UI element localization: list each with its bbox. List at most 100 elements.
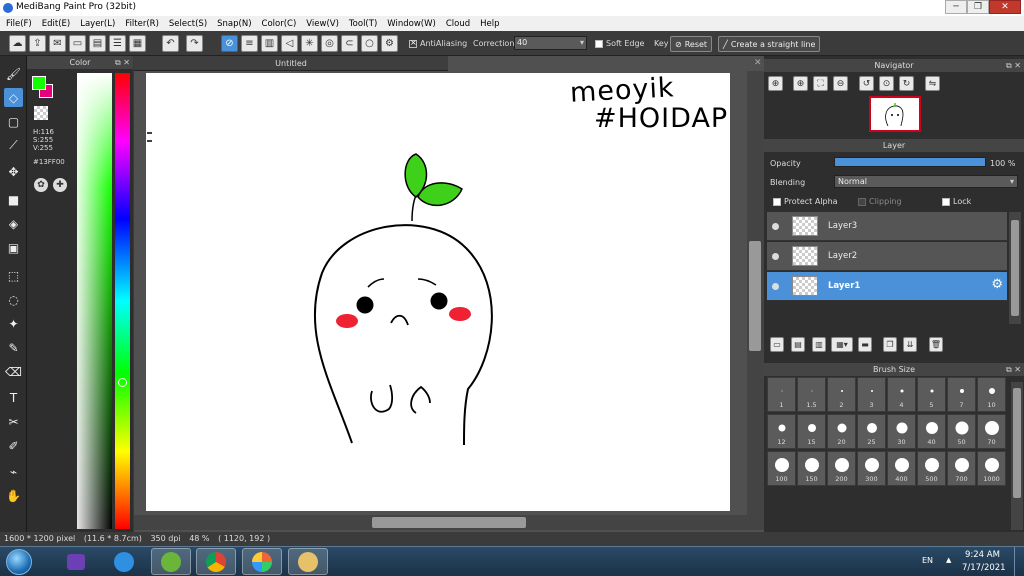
parallel-snap-icon[interactable]: ≡	[241, 35, 258, 52]
brush-tool-icon[interactable]: 🖌	[4, 64, 23, 83]
text-tool-icon[interactable]: T	[4, 388, 23, 407]
brush-size-scroll-thumb[interactable]	[1013, 388, 1021, 498]
zoom-out-icon[interactable]: ⊖	[833, 76, 848, 91]
curve-snap-icon[interactable]: ⊂	[341, 35, 358, 52]
menu-edit[interactable]: Edit(E)	[42, 19, 70, 29]
undo-icon[interactable]: ↶	[162, 35, 179, 52]
menu-tool[interactable]: Tool(T)	[349, 19, 377, 29]
rotate-reset-icon[interactable]: ⊙	[879, 76, 894, 91]
foreground-color-swatch[interactable]	[32, 76, 46, 90]
merge-layer-icon[interactable]: ⇊	[903, 337, 917, 352]
brush-size-option[interactable]: 5	[917, 377, 946, 412]
eraser-tool-icon[interactable]: ◇	[4, 88, 23, 107]
perspective-snap-icon[interactable]: ◁	[281, 35, 298, 52]
brush-size-option[interactable]: 50	[947, 414, 976, 449]
operation-tool-icon[interactable]: ✐	[4, 436, 23, 455]
lock-checkbox[interactable]	[942, 197, 950, 206]
redo-icon[interactable]: ↷	[186, 35, 203, 52]
soft-edge-toggle[interactable]: Soft Edge	[595, 39, 644, 48]
horizontal-scroll-thumb[interactable]	[372, 517, 526, 528]
blur-tool-icon[interactable]: ⟋	[4, 136, 23, 155]
vertical-scroll-thumb[interactable]	[749, 241, 761, 351]
menu-help[interactable]: Help	[480, 19, 499, 29]
palette-add-icon[interactable]: ✚	[53, 178, 67, 192]
brush-size-option[interactable]: 20	[827, 414, 856, 449]
protect-alpha-checkbox[interactable]	[773, 197, 781, 206]
radial-snap-icon[interactable]: ✳	[301, 35, 318, 52]
share-icon[interactable]: ⇪	[29, 35, 46, 52]
grid-icon[interactable]: ▦	[129, 35, 146, 52]
close-document-icon[interactable]: ✕	[754, 58, 762, 68]
layer-row-layer3[interactable]: Layer3	[767, 212, 1007, 241]
menu-layer[interactable]: Layer(L)	[80, 19, 115, 29]
brush-size-option[interactable]: 1000	[977, 451, 1006, 486]
tray-expand-icon[interactable]: ▲	[946, 556, 951, 564]
straight-line-button[interactable]: ╱ Create a straight line	[718, 36, 821, 52]
menu-filter[interactable]: Filter(R)	[125, 19, 159, 29]
ellipse-snap-icon[interactable]: ○	[361, 35, 378, 52]
duplicate-layer-icon[interactable]: ❐	[883, 337, 897, 352]
hue-slider[interactable]	[115, 73, 130, 529]
saturation-value-picker[interactable]	[77, 73, 112, 529]
menu-select[interactable]: Select(S)	[169, 19, 207, 29]
new-halftone-layer-icon[interactable]: ▥	[812, 337, 826, 352]
minimize-button[interactable]: ─	[945, 0, 967, 14]
rotate-left-icon[interactable]: ↺	[859, 76, 874, 91]
zoom-in-alt-icon[interactable]: ⊕	[793, 76, 808, 91]
brush-size-option[interactable]: 700	[947, 451, 976, 486]
chrome-taskbar-icon[interactable]	[196, 548, 236, 575]
visibility-icon[interactable]	[772, 253, 779, 260]
select-eraser-tool-icon[interactable]: ⌫	[4, 362, 23, 381]
layer-add-menu-icon[interactable]: ▦▾	[831, 337, 853, 352]
hand-tool-icon[interactable]: ✋	[4, 486, 23, 505]
brush-size-option[interactable]: 1	[767, 377, 796, 412]
internet-explorer-taskbar-icon[interactable]	[104, 548, 144, 575]
paint-taskbar-icon[interactable]	[288, 548, 328, 575]
reset-button[interactable]: ⊘ Reset	[670, 36, 713, 52]
snap-settings-icon[interactable]: ⚙	[381, 35, 398, 52]
bucket-tool-icon[interactable]: ◈	[4, 214, 23, 233]
menu-snap[interactable]: Snap(N)	[217, 19, 251, 29]
brush-size-option[interactable]: 7	[947, 377, 976, 412]
divide-tool-icon[interactable]: ✂	[4, 412, 23, 431]
shape-tool-icon[interactable]: ■	[4, 190, 23, 209]
new-layer-icon[interactable]: ▭	[770, 337, 784, 352]
menu-view[interactable]: View(V)	[306, 19, 339, 29]
blending-select[interactable]: Normal	[834, 175, 1018, 188]
comment-icon[interactable]: ✉	[49, 35, 66, 52]
layer-settings-gear-icon[interactable]: ⚙	[991, 277, 1003, 292]
circle-snap-icon[interactable]: ◎	[321, 35, 338, 52]
brush-size-option[interactable]: 200	[827, 451, 856, 486]
brush-size-option[interactable]: 1.5	[797, 377, 826, 412]
show-desktop-button[interactable]	[1014, 547, 1024, 576]
clock-time[interactable]: 9:24 AM	[965, 550, 1000, 560]
antialiasing-checkbox[interactable]	[409, 38, 417, 48]
clipping-checkbox[interactable]	[858, 197, 866, 206]
rotate-right-icon[interactable]: ↻	[899, 76, 914, 91]
correction-select[interactable]: 40	[514, 36, 587, 50]
cloud-icon[interactable]: ☁	[9, 35, 26, 52]
hue-slider-handle[interactable]	[118, 378, 127, 387]
visual-studio-taskbar-icon[interactable]	[56, 548, 96, 575]
lasso-tool-icon[interactable]: ◌	[4, 290, 23, 309]
zoom-in-icon[interactable]: ⊕	[768, 76, 783, 91]
layer-list-scrollbar[interactable]	[1009, 212, 1021, 324]
layer-row-layer2[interactable]: Layer2	[767, 242, 1007, 271]
drawing-canvas[interactable]: meoyik #HOIDAP	[146, 72, 730, 511]
brush-size-option[interactable]: 150	[797, 451, 826, 486]
brush-size-option[interactable]: 10	[977, 377, 1006, 412]
chat-icon[interactable]: ▭	[69, 35, 86, 52]
brush-size-option[interactable]: 70	[977, 414, 1006, 449]
close-button[interactable]: ✕	[989, 0, 1021, 14]
eyedropper-tool-icon[interactable]: ⌁	[4, 462, 23, 481]
brush-size-option[interactable]: 40	[917, 414, 946, 449]
new-color-layer-icon[interactable]: ▤	[791, 337, 805, 352]
gradient-tool-icon[interactable]: ▣	[4, 238, 23, 257]
horizontal-scrollbar[interactable]	[134, 515, 764, 530]
protect-alpha-toggle[interactable]: Protect Alpha	[773, 197, 838, 206]
snap-off-icon[interactable]: ⊘	[221, 35, 238, 52]
visibility-icon[interactable]	[772, 223, 779, 230]
layer-list-scroll-thumb[interactable]	[1011, 220, 1019, 316]
language-indicator[interactable]: EN	[922, 556, 933, 565]
brush-size-scrollbar[interactable]	[1011, 382, 1023, 530]
